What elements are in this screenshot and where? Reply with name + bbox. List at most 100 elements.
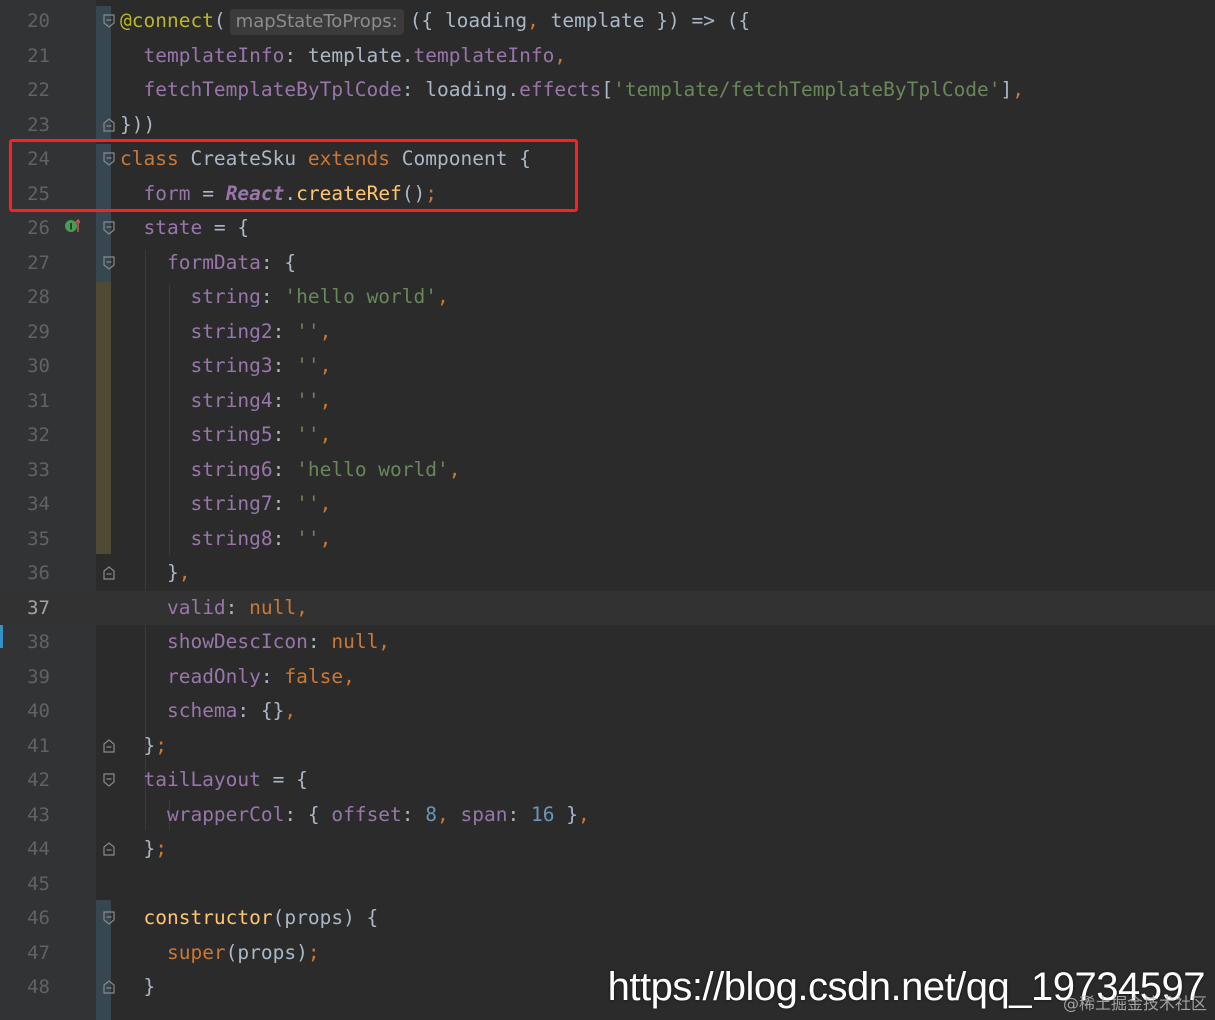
code-text[interactable]: string6: 'hello world', xyxy=(120,453,460,488)
fold-start-icon[interactable] xyxy=(103,14,115,28)
code-text[interactable]: }, xyxy=(120,556,191,591)
code-text[interactable]: wrapperCol: { offset: 8, span: 16 }, xyxy=(120,798,590,833)
code-text[interactable]: }; xyxy=(120,729,167,764)
code-text[interactable]: string8: '', xyxy=(120,522,331,557)
code-token: : xyxy=(272,423,297,446)
code-token: '' xyxy=(296,319,320,343)
line-number[interactable]: 23 xyxy=(0,108,50,143)
line-number[interactable]: 20 xyxy=(0,4,50,39)
code-line[interactable]: 40 schema: {}, xyxy=(0,694,1215,729)
line-number[interactable]: 40 xyxy=(0,694,50,729)
line-number[interactable]: 44 xyxy=(0,832,50,867)
code-text[interactable]: constructor(props) { xyxy=(120,901,378,936)
code-token: 'hello world' xyxy=(284,285,438,308)
line-number[interactable]: 41 xyxy=(0,729,50,764)
code-line[interactable]: 37 valid: null, xyxy=(0,590,1215,626)
code-line[interactable]: 30 string3: '', xyxy=(0,349,1215,384)
line-number[interactable]: 39 xyxy=(0,660,50,695)
code-token: , xyxy=(319,526,332,550)
code-text[interactable]: showDescIcon: null, xyxy=(120,625,390,660)
code-line[interactable]: 39 readOnly: false, xyxy=(0,660,1215,695)
code-text[interactable]: readOnly: false, xyxy=(120,660,355,695)
line-number[interactable]: 32 xyxy=(0,418,50,453)
override-icon[interactable]: I xyxy=(64,218,80,234)
code-line[interactable]: 32 string5: '', xyxy=(0,418,1215,453)
code-text[interactable]: valid: null, xyxy=(120,591,308,626)
code-line[interactable]: 22 fetchTemplateByTplCode: loading.effec… xyxy=(0,73,1215,108)
line-number[interactable]: 21 xyxy=(0,39,50,74)
code-line[interactable]: 43 wrapperCol: { offset: 8, span: 16 }, xyxy=(0,798,1215,833)
code-line[interactable]: 29 string2: '', xyxy=(0,315,1215,350)
code-line[interactable]: 42 tailLayout = { xyxy=(0,763,1215,798)
line-number[interactable]: 27 xyxy=(0,246,50,281)
code-text[interactable]: })) xyxy=(120,108,155,143)
code-text[interactable]: }; xyxy=(120,832,167,867)
code-text[interactable]: } xyxy=(120,970,155,1005)
code-text[interactable]: string4: '', xyxy=(120,384,331,419)
code-line[interactable]: 23})) xyxy=(0,108,1215,143)
fold-end-icon[interactable] xyxy=(103,117,115,132)
code-text[interactable]: templateInfo: template.templateInfo, xyxy=(120,39,566,74)
line-number[interactable]: 48 xyxy=(0,970,50,1005)
code-line[interactable]: 36 }, xyxy=(0,556,1215,591)
line-number[interactable]: 29 xyxy=(0,315,50,350)
code-token: : {} xyxy=(237,699,285,722)
line-number[interactable]: 47 xyxy=(0,936,50,971)
code-text[interactable]: tailLayout = { xyxy=(120,763,307,798)
code-line[interactable]: 41 }; xyxy=(0,729,1215,764)
fold-end-icon[interactable] xyxy=(103,566,115,580)
code-line[interactable]: 44 }; xyxy=(0,832,1215,867)
code-line[interactable]: 46 constructor(props) { xyxy=(0,901,1215,936)
line-number[interactable]: 43 xyxy=(0,798,50,833)
line-number[interactable]: 33 xyxy=(0,453,50,488)
code-text[interactable]: string7: '', xyxy=(120,487,331,522)
line-number[interactable]: 22 xyxy=(0,73,50,108)
code-text[interactable]: super(props); xyxy=(120,936,320,971)
fold-start-icon[interactable] xyxy=(103,221,115,235)
line-number[interactable]: 34 xyxy=(0,487,50,522)
code-text[interactable]: @connect(mapStateToProps:({ loading, tem… xyxy=(120,4,750,39)
code-text[interactable]: string: 'hello world', xyxy=(120,280,448,315)
line-number[interactable]: 36 xyxy=(0,556,50,591)
code-token: , xyxy=(319,354,332,377)
fold-start-icon[interactable] xyxy=(103,255,115,270)
code-text[interactable]: formData: { xyxy=(120,246,296,281)
fold-end-icon[interactable] xyxy=(103,842,115,856)
line-number[interactable]: 35 xyxy=(0,522,50,557)
fold-end-icon[interactable] xyxy=(103,980,115,994)
code-token: , xyxy=(178,561,191,584)
line-number[interactable]: 45 xyxy=(0,867,50,902)
code-line[interactable]: 20 @connect(mapStateToProps:({ loading, t… xyxy=(0,4,1215,39)
code-line[interactable]: 26 state = { xyxy=(0,211,1215,246)
code-text[interactable]: string3: '', xyxy=(120,349,331,384)
code-line[interactable]: 45 xyxy=(0,867,1215,902)
line-number[interactable]: 26 xyxy=(0,211,50,246)
fold-start-icon[interactable] xyxy=(103,911,115,925)
code-text[interactable]: fetchTemplateByTplCode: loading.effects[… xyxy=(120,73,1024,108)
line-number[interactable]: 31 xyxy=(0,384,50,419)
line-number[interactable]: 37 xyxy=(0,591,50,626)
code-text[interactable]: schema: {}, xyxy=(120,694,296,729)
fold-start-icon[interactable] xyxy=(103,773,115,787)
code-token: constructor xyxy=(143,906,273,929)
code-line[interactable]: 35 string8: '', xyxy=(0,522,1215,557)
code-text[interactable]: state = { xyxy=(120,211,249,246)
code-line[interactable]: 28 string: 'hello world', xyxy=(0,280,1215,315)
line-number[interactable]: 46 xyxy=(0,901,50,936)
fold-end-icon[interactable] xyxy=(103,738,115,753)
code-line[interactable]: 34 string7: '', xyxy=(0,487,1215,522)
code-line[interactable]: 21 templateInfo: template.templateInfo, xyxy=(0,39,1215,74)
line-number[interactable]: 42 xyxy=(0,763,50,798)
code-line[interactable]: 27 formData: { xyxy=(0,246,1215,281)
code-text[interactable]: string5: '', xyxy=(120,418,331,453)
code-text[interactable]: string2: '', xyxy=(120,315,331,350)
line-number[interactable]: 30 xyxy=(0,349,50,384)
line-number[interactable]: 38 xyxy=(0,625,50,660)
code-line[interactable]: 31 string4: '', xyxy=(0,384,1215,419)
code-token: , xyxy=(319,319,332,343)
code-line[interactable]: 38 showDescIcon: null, xyxy=(0,625,1215,660)
line-number[interactable]: 28 xyxy=(0,280,50,315)
code-line[interactable]: 33 string6: 'hello world', xyxy=(0,453,1215,488)
